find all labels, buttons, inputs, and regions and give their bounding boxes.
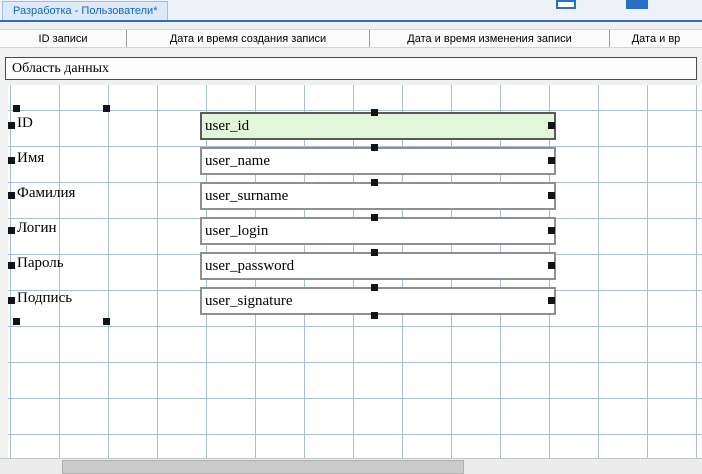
design-field-selected[interactable]: user_id <box>200 112 556 140</box>
selection-handle[interactable] <box>548 192 555 199</box>
selection-handle[interactable] <box>8 192 15 199</box>
selection-handle[interactable] <box>371 249 378 256</box>
toolbar-fragment-outline[interactable] <box>556 0 576 9</box>
selection-handle[interactable] <box>8 157 15 164</box>
design-field[interactable]: user_login <box>200 217 556 245</box>
design-field[interactable]: user_name <box>200 147 556 175</box>
design-label[interactable]: Логин <box>17 220 57 237</box>
column-header-modified[interactable]: Дата и время изменения записи <box>369 30 609 47</box>
selection-handle[interactable] <box>371 144 378 151</box>
selection-handle[interactable] <box>548 297 555 304</box>
selection-handle[interactable] <box>371 312 378 319</box>
selection-handle[interactable] <box>371 214 378 221</box>
selection-handle[interactable] <box>371 179 378 186</box>
design-field[interactable]: user_signature <box>200 287 556 315</box>
selection-handle[interactable] <box>548 122 555 129</box>
selection-handle[interactable] <box>8 297 15 304</box>
design-label[interactable]: Имя <box>17 150 44 167</box>
selection-handle[interactable] <box>548 262 555 269</box>
selection-handle[interactable] <box>548 227 555 234</box>
selection-handle[interactable] <box>13 318 20 325</box>
selection-handle[interactable] <box>8 227 15 234</box>
selection-handle[interactable] <box>103 105 110 112</box>
tab-development-users[interactable]: Разработка - Пользователи* <box>2 1 168 20</box>
design-label[interactable]: Пароль <box>17 255 64 272</box>
selection-handle[interactable] <box>371 284 378 291</box>
horizontal-scrollbar[interactable] <box>0 458 702 474</box>
horizontal-scrollbar-thumb[interactable] <box>62 460 464 474</box>
selection-handle[interactable] <box>371 109 378 116</box>
data-column-header-row: ID записи Дата и время создания записи Д… <box>0 29 702 48</box>
column-header-id[interactable]: ID записи <box>0 30 126 47</box>
design-label[interactable]: ID <box>17 115 33 132</box>
band-header-data-area[interactable]: Область данных <box>5 57 697 80</box>
design-label[interactable]: Фамилия <box>17 185 75 202</box>
selection-handle[interactable] <box>103 318 110 325</box>
toolbar-fragment-solid[interactable] <box>626 0 648 9</box>
design-field[interactable]: user_password <box>200 252 556 280</box>
design-field[interactable]: user_surname <box>200 182 556 210</box>
tab-bar: Разработка - Пользователи* <box>0 0 702 22</box>
column-header-truncated[interactable]: Дата и вр <box>609 30 702 47</box>
selection-handle[interactable] <box>13 105 20 112</box>
designer-window: Разработка - Пользователи* ID записи Дат… <box>0 0 702 474</box>
column-header-created[interactable]: Дата и время создания записи <box>126 30 369 47</box>
selection-handle[interactable] <box>8 122 15 129</box>
selection-handle[interactable] <box>548 157 555 164</box>
design-label[interactable]: Подпись <box>17 290 72 307</box>
selection-handle[interactable] <box>8 262 15 269</box>
